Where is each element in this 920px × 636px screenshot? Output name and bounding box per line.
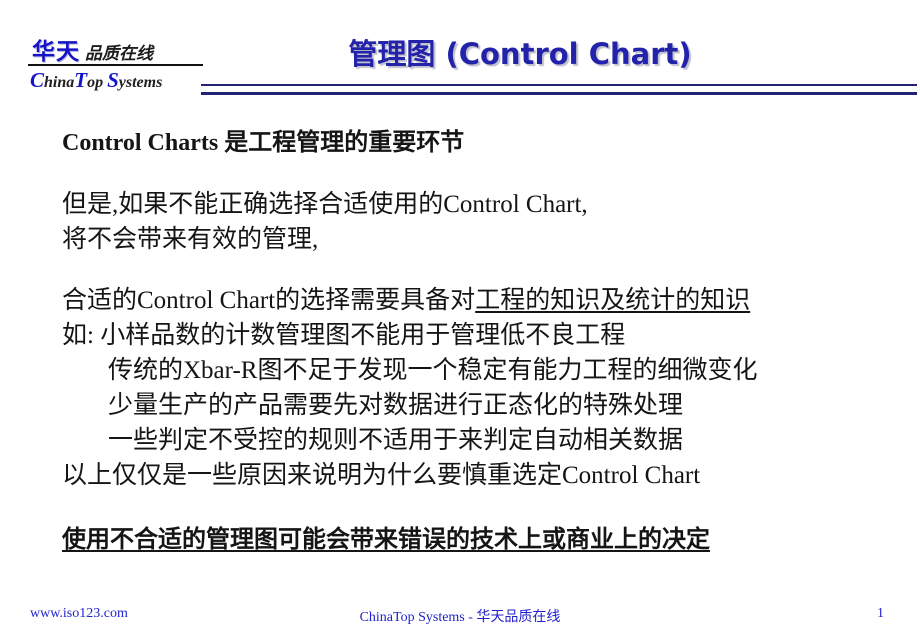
- logo-letter-c: C: [30, 68, 45, 92]
- body-para3-line3: 传统的Xbar-R图不足于发现一个稳定有能力工程的细微变化: [108, 357, 758, 384]
- body-para3-line1-underlined: 工程的知识及统计的知识: [475, 287, 751, 314]
- slide-content: Control Charts 是工程管理的重要环节 但是,如果不能正确选择合适使…: [0, 110, 920, 558]
- slide-footer: www.iso123.com ChinaTop Systems - 华天品质在线…: [0, 604, 920, 636]
- logo-text-ystems: ystems: [118, 74, 163, 91]
- header-divider-top: [201, 84, 917, 86]
- body-para3-line2: 如: 小样品数的计数管理图不能用于管理低不良工程: [62, 322, 626, 349]
- body-conclusion: 使用不合适的管理图可能会带来错误的技术上或商业上的决定: [0, 523, 920, 558]
- logo-chinese-sub: 品质在线: [85, 44, 153, 64]
- logo-chinese-row: 华天 品质在线: [28, 36, 203, 66]
- logo-letter-s: S: [107, 68, 119, 92]
- logo-english-name: ChinaTop Systems: [28, 68, 203, 95]
- footer-company: ChinaTop Systems - 华天品质在线: [359, 610, 561, 625]
- slide-header: 华天 品质在线 ChinaTop Systems 管理图 (Control Ch…: [0, 0, 920, 110]
- body-para3-line6: 以上仅仅是一些原因来说明为什么要慎重选定Control Chart: [62, 462, 701, 489]
- body-para2-line1: 但是,如果不能正确选择合适使用的Control Chart,: [62, 191, 588, 218]
- page-title: 管理图 (Control Chart): [348, 37, 692, 71]
- header-divider-bottom: [201, 92, 917, 95]
- logo-text-op: op: [87, 74, 104, 91]
- body-para3-line4: 少量生产的产品需要先对数据进行正态化的特殊处理: [108, 392, 684, 419]
- logo-letter-t: T: [74, 68, 88, 92]
- body-para2-line2: 将不会带来有效的管理,: [62, 226, 319, 253]
- body-para3-line1: 合适的Control Chart的选择需要具备对工程的知识及统计的知识: [0, 283, 920, 318]
- body-conclusion-text: 使用不合适的管理图可能会带来错误的技术上或商业上的决定: [62, 527, 710, 553]
- logo-text-hina: hina: [44, 74, 75, 91]
- body-para3-line5: 一些判定不受控的规则不适用于来判定自动相关数据: [108, 427, 684, 454]
- footer-page-number: 1: [877, 606, 884, 621]
- company-logo: 华天 品质在线 ChinaTop Systems: [28, 36, 203, 95]
- body-para3-line1-plain: 合适的Control Chart的选择需要具备对: [62, 287, 476, 314]
- logo-chinese-main: 华天: [32, 39, 80, 65]
- body-heading: Control Charts 是工程管理的重要环节: [62, 130, 465, 156]
